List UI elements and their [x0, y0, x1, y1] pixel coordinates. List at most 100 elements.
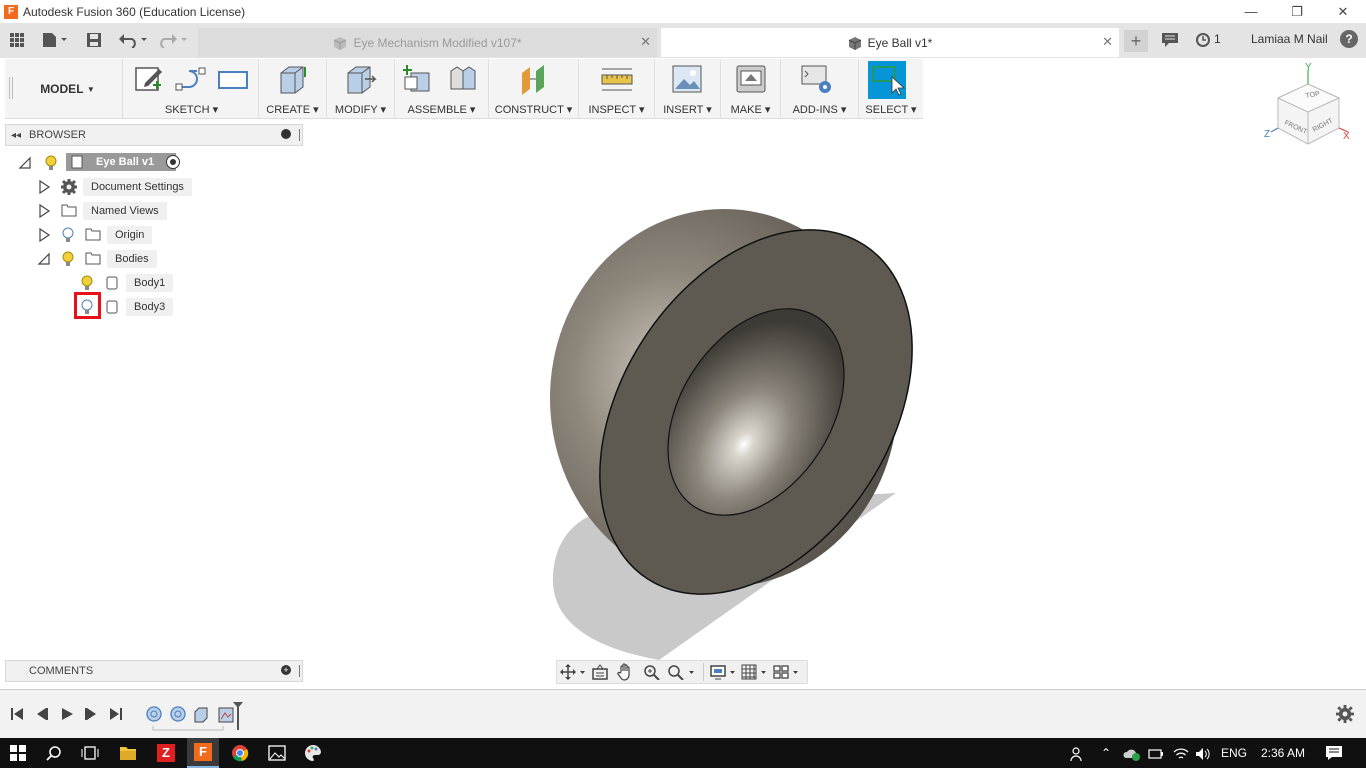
go-to-end-icon[interactable]	[109, 707, 123, 721]
sketch-group[interactable]: SKETCH ▾	[125, 59, 259, 119]
volume-icon[interactable]	[1195, 746, 1211, 762]
people-icon[interactable]	[1070, 746, 1086, 762]
inspect-menu[interactable]: INSPECT ▾	[579, 103, 654, 116]
expanded-triangle-icon[interactable]	[18, 156, 32, 170]
battery-icon[interactable]	[1148, 746, 1164, 762]
orbit-icon[interactable]	[560, 664, 586, 680]
collapsed-triangle-icon[interactable]	[37, 180, 51, 194]
fit-zoom-icon[interactable]	[667, 664, 697, 680]
tab-eye-ball[interactable]: Eye Ball v1* ✕	[661, 28, 1119, 57]
save-icon[interactable]	[86, 30, 102, 50]
rectangle-icon[interactable]	[217, 63, 249, 95]
action-center-icon[interactable]	[1325, 745, 1343, 761]
tree-item-body3[interactable]: Body3	[74, 292, 198, 319]
line-icon[interactable]	[175, 63, 207, 95]
expanded-triangle-icon[interactable]	[37, 252, 51, 266]
collapsed-triangle-icon[interactable]	[37, 204, 51, 218]
tab-eye-mechanism[interactable]: Eye Mechanism Modified v107* ✕	[198, 28, 657, 57]
insert-image-icon[interactable]	[671, 63, 703, 95]
3d-print-icon[interactable]	[735, 63, 767, 95]
minimize-button[interactable]: —	[1228, 0, 1274, 23]
play-icon[interactable]	[60, 707, 74, 721]
select-menu[interactable]: SELECT ▾	[859, 103, 923, 116]
hidden-bulb-icon[interactable]	[80, 299, 94, 315]
add-ins-menu[interactable]: ADD-INS ▾	[781, 103, 858, 116]
add-comment-icon[interactable]: +	[281, 665, 291, 675]
construct-group[interactable]: CONSTRUCT ▾	[489, 59, 579, 119]
display-settings-icon[interactable]	[710, 664, 738, 680]
close-tab-icon[interactable]: ✕	[1102, 34, 1113, 50]
collapsed-triangle-icon[interactable]	[37, 228, 51, 242]
select-tool-button[interactable]	[868, 61, 906, 99]
insert-group[interactable]: INSERT ▾	[655, 59, 721, 119]
create-sketch-icon[interactable]	[133, 63, 165, 95]
panel-grip[interactable]	[299, 665, 300, 677]
root-component-label[interactable]: Eye Ball v1	[66, 153, 176, 171]
file-explorer-icon[interactable]	[119, 744, 137, 762]
paint-icon[interactable]	[304, 744, 322, 762]
timeline-features[interactable]	[143, 702, 253, 732]
tree-item-origin[interactable]: Origin	[37, 225, 197, 245]
activate-radio-icon[interactable]	[166, 155, 180, 169]
chrome-icon[interactable]	[231, 744, 249, 762]
joint-icon[interactable]	[447, 63, 479, 95]
sketch-menu[interactable]: SKETCH ▾	[125, 103, 258, 116]
scripts-icon[interactable]	[801, 63, 833, 95]
workspace-switcher[interactable]: MODEL ▼	[13, 59, 123, 119]
visibility-bulb-icon[interactable]	[80, 275, 94, 291]
make-menu[interactable]: MAKE ▾	[721, 103, 780, 116]
assemble-menu[interactable]: ASSEMBLE ▾	[395, 103, 488, 116]
grid-settings-icon[interactable]	[741, 664, 769, 680]
wifi-icon[interactable]	[1173, 746, 1189, 762]
assemble-group[interactable]: ASSEMBLE ▾	[395, 59, 489, 119]
help-icon[interactable]: ?	[1340, 30, 1358, 48]
windows-start-icon[interactable]	[10, 745, 26, 761]
undo-icon[interactable]	[118, 30, 150, 50]
measure-icon[interactable]	[601, 63, 633, 95]
panel-grip[interactable]	[299, 129, 300, 141]
user-account-name[interactable]: Lamiaa M Nail	[1251, 32, 1328, 46]
select-group[interactable]: SELECT ▾	[859, 59, 923, 119]
construct-menu[interactable]: CONSTRUCT ▾	[489, 103, 578, 116]
input-language[interactable]: ENG	[1221, 746, 1247, 760]
pan-hand-icon[interactable]	[617, 663, 633, 681]
clock-time[interactable]: 2:36 AM	[1261, 746, 1305, 760]
collapse-browser-icon[interactable]: ◂◂	[11, 130, 21, 141]
step-forward-icon[interactable]	[84, 707, 98, 721]
press-pull-icon[interactable]	[345, 63, 377, 95]
data-panel-grid-icon[interactable]	[8, 30, 26, 50]
tree-item-named-views[interactable]: Named Views	[37, 201, 197, 221]
insert-menu[interactable]: INSERT ▾	[655, 103, 720, 116]
create-group[interactable]: CREATE ▾	[259, 59, 327, 119]
job-status-icon[interactable]	[1195, 30, 1211, 50]
create-menu[interactable]: CREATE ▾	[259, 103, 326, 116]
viewports-icon[interactable]	[773, 664, 801, 680]
show-hidden-icons-icon[interactable]: ⌃	[1101, 746, 1111, 760]
tree-item-bodies[interactable]: Bodies	[37, 249, 197, 269]
modify-group[interactable]: MODIFY ▾	[327, 59, 395, 119]
tree-item-body1[interactable]: Body1	[78, 273, 198, 293]
hidden-bulb-icon[interactable]	[61, 227, 75, 243]
file-menu-icon[interactable]	[40, 30, 70, 50]
close-tab-icon[interactable]: ✕	[640, 34, 651, 50]
new-tab-button[interactable]: +	[1124, 30, 1148, 52]
photos-icon[interactable]	[268, 744, 286, 762]
inspect-group[interactable]: INSPECT ▾	[579, 59, 655, 119]
close-button[interactable]: ✕	[1320, 0, 1366, 23]
redo-icon[interactable]	[160, 30, 192, 50]
offset-plane-icon[interactable]	[518, 63, 550, 95]
onedrive-sync-icon[interactable]	[1122, 746, 1142, 762]
minimize-browser-icon[interactable]	[281, 129, 291, 139]
task-view-icon[interactable]	[81, 745, 99, 761]
extrude-icon[interactable]	[277, 63, 309, 95]
zoom-icon[interactable]	[643, 664, 661, 680]
new-component-icon[interactable]	[403, 63, 435, 95]
modify-menu[interactable]: MODIFY ▾	[327, 103, 394, 116]
visibility-bulb-icon[interactable]	[44, 155, 58, 171]
timeline-settings-gear-icon[interactable]	[1336, 705, 1354, 723]
add-ins-group[interactable]: ADD-INS ▾	[781, 59, 859, 119]
go-to-start-icon[interactable]	[10, 707, 24, 721]
step-back-icon[interactable]	[35, 707, 49, 721]
canvas-viewport[interactable]	[304, 120, 1366, 660]
restore-button[interactable]: ❐	[1274, 0, 1320, 23]
